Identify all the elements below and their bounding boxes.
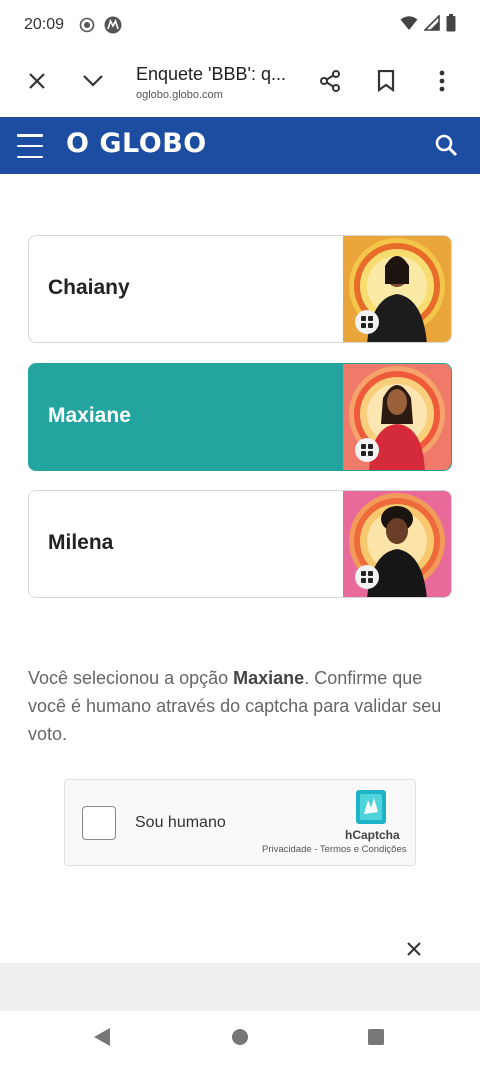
captcha-links[interactable]: Privacidade - Termos e Condições — [262, 844, 407, 855]
share-button[interactable] — [310, 63, 350, 103]
signal-icon — [423, 13, 440, 36]
close-tab-button[interactable] — [17, 63, 57, 103]
status-bar: 20:09 — [0, 0, 480, 50]
home-button[interactable] — [228, 1027, 252, 1051]
status-icons — [400, 13, 456, 37]
site-logo[interactable]: O GLOBO — [66, 128, 207, 159]
expand-icon[interactable] — [355, 565, 379, 589]
page-domain: oglobo.globo.com — [136, 89, 223, 101]
back-button[interactable] — [90, 1027, 114, 1051]
close-icon — [407, 941, 421, 961]
recents-square-icon — [367, 1028, 385, 1051]
hcaptcha-logo-icon — [352, 788, 390, 831]
option-name: Milena — [48, 531, 114, 554]
menu-icon[interactable] — [17, 134, 43, 158]
participant-photo — [343, 491, 451, 597]
search-button[interactable] — [434, 133, 458, 162]
search-icon — [434, 134, 458, 161]
expand-icon[interactable] — [355, 310, 379, 334]
close-icon — [28, 72, 46, 95]
back-triangle-icon — [93, 1027, 111, 1052]
captcha-brand: hCaptcha — [345, 828, 400, 842]
chevron-down-icon — [83, 74, 103, 92]
page-title-block: Enquete 'BBB': q... oglobo.globo.com — [136, 64, 286, 101]
captcha-checkbox[interactable] — [82, 806, 116, 840]
option-maxiane[interactable]: Maxiane — [28, 363, 452, 471]
wifi-icon — [400, 15, 418, 36]
hcaptcha-widget: Sou humano hCaptcha Privacidade - Termos… — [64, 779, 416, 866]
more-vert-icon — [439, 70, 445, 97]
ad-close-button[interactable] — [402, 939, 426, 963]
page-title: Enquete 'BBB': q... — [136, 64, 286, 84]
minimize-button[interactable] — [73, 63, 113, 103]
motorola-icon — [104, 16, 122, 34]
target-icon — [78, 16, 96, 34]
participant-photo — [343, 236, 451, 342]
home-circle-icon — [231, 1028, 249, 1051]
bookmark-icon — [377, 69, 395, 97]
selected-choice: Maxiane — [233, 668, 305, 688]
share-icon — [318, 69, 342, 98]
browser-toolbar: Enquete 'BBB': q... oglobo.globo.com — [0, 50, 480, 116]
bookmark-button[interactable] — [366, 63, 406, 103]
expand-icon[interactable] — [355, 438, 379, 462]
battery-icon — [446, 13, 456, 37]
option-name: Maxiane — [48, 404, 131, 427]
system-nav-bar — [0, 1011, 480, 1066]
confirmation-message: Você selecionou a opção Maxiane. Confirm… — [28, 664, 458, 748]
more-options-button[interactable] — [422, 63, 462, 103]
recents-button[interactable] — [364, 1027, 388, 1051]
participant-photo — [343, 364, 451, 470]
captcha-label: Sou humano — [135, 814, 226, 831]
option-chaiany[interactable]: Chaiany — [28, 235, 452, 343]
message-before: Você selecionou a opção — [28, 668, 234, 688]
option-milena[interactable]: Milena — [28, 490, 452, 598]
site-header: O GLOBO — [0, 117, 480, 174]
option-name: Chaiany — [48, 276, 130, 299]
ad-banner — [0, 963, 480, 1011]
status-time: 20:09 — [24, 16, 65, 33]
